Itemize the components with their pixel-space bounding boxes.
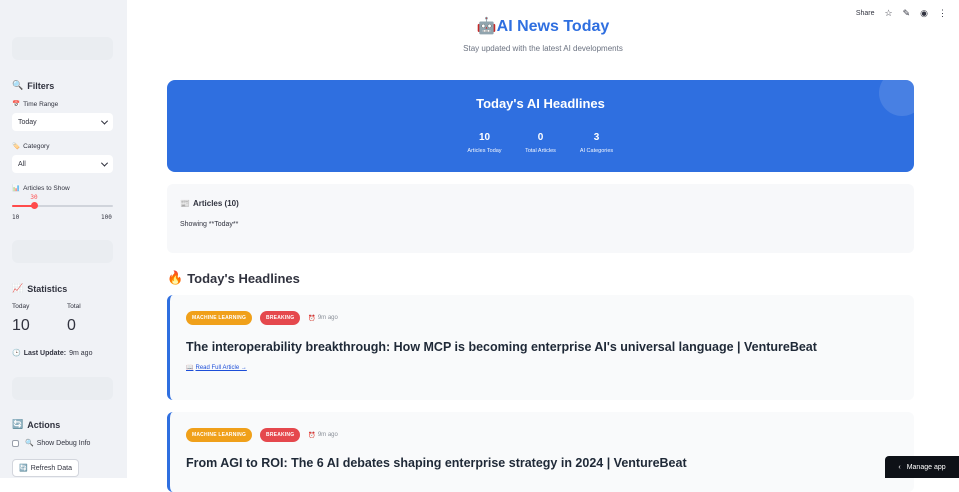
slider-thumb[interactable]	[31, 202, 38, 209]
page-subtitle: Stay updated with the latest AI developm…	[127, 44, 959, 53]
filters-heading: 🔍 Filters	[12, 80, 54, 91]
total-metric-value: 0	[67, 317, 76, 335]
actions-heading: 🔄 Actions	[12, 419, 60, 430]
sidebar-placeholder-block	[12, 377, 113, 400]
stat-ai-categories: 3 AI Categories	[575, 132, 619, 154]
refresh-icon: 🔄	[12, 419, 23, 430]
time-range-select[interactable]: Today	[12, 113, 113, 131]
refresh-icon: 🔄	[19, 464, 28, 472]
stat-articles-today: 10 Articles Today	[463, 132, 507, 154]
page-title: 🤖AI News Today	[127, 16, 959, 36]
news-card: MACHINE LEARNING BREAKING ⏰ 9m ago From …	[167, 412, 914, 492]
alarm-clock-icon: ⏰	[308, 315, 315, 322]
chevron-down-icon	[101, 159, 108, 166]
book-icon: 📖	[186, 364, 193, 371]
today-metric-value: 10	[12, 317, 30, 335]
total-metric-label: Total	[67, 303, 81, 310]
read-full-article-link[interactable]: 📖 Read Full Article →	[186, 364, 247, 371]
breaking-badge: BREAKING	[260, 311, 300, 325]
sidebar-placeholder-block	[12, 37, 113, 60]
today-metric-label: Today	[12, 303, 29, 310]
breaking-badge: BREAKING	[260, 428, 300, 442]
articles-summary: 📰 Articles (10) Showing **Today**	[167, 184, 914, 253]
chevron-down-icon	[101, 117, 108, 124]
statistics-heading: 📈 Statistics	[12, 283, 67, 294]
category-select[interactable]: All	[12, 155, 113, 173]
last-update: 🕒 Last Update: 9m ago	[12, 349, 92, 357]
category-badge: MACHINE LEARNING	[186, 428, 252, 442]
alarm-clock-icon: ⏰	[308, 432, 315, 439]
slider-value: 30	[30, 194, 37, 201]
tag-icon: 🏷️	[12, 142, 20, 150]
card-time: ⏰ 9m ago	[308, 315, 338, 322]
card-title[interactable]: The interoperability breakthrough: How M…	[186, 340, 817, 354]
stat-total-articles: 0 Total Articles	[519, 132, 563, 154]
category-label: 🏷️ Category	[12, 142, 49, 150]
bar-chart-icon: 📊	[12, 184, 20, 192]
search-icon: 🔍	[12, 80, 23, 91]
sidebar: 🔍 Filters 📅 Time Range Today 🏷️ Category…	[0, 0, 127, 478]
debug-checkbox[interactable]	[12, 440, 19, 447]
clock-icon: 🕒	[12, 349, 21, 357]
refresh-data-button[interactable]: 🔄 Refresh Data	[12, 459, 79, 477]
card-time: ⏰ 9m ago	[308, 432, 338, 439]
news-card: MACHINE LEARNING BREAKING ⏰ 9m ago The i…	[167, 295, 914, 400]
fire-icon: 🔥	[167, 270, 183, 286]
card-title[interactable]: From AGI to ROI: The 6 AI debates shapin…	[186, 456, 687, 470]
articles-showing: Showing **Today**	[180, 221, 238, 228]
slider-min: 10	[12, 214, 19, 221]
hero-stats: 10 Articles Today 0 Total Articles 3 AI …	[167, 132, 914, 154]
newspaper-icon: 📰	[180, 199, 190, 208]
chevron-left-icon: ‹	[898, 464, 900, 471]
card-tags: MACHINE LEARNING BREAKING ⏰ 9m ago	[186, 311, 338, 325]
category-badge: MACHINE LEARNING	[186, 311, 252, 325]
articles-slider[interactable]	[12, 205, 113, 207]
headlines-title: 🔥 Today's Headlines	[167, 270, 300, 286]
calendar-icon: 📅	[12, 100, 20, 108]
hero-title: Today's AI Headlines	[167, 96, 914, 111]
manage-app-button[interactable]: ‹ Manage app	[885, 456, 959, 478]
debug-label[interactable]: 🔍 Show Debug Info	[25, 439, 90, 447]
card-tags: MACHINE LEARNING BREAKING ⏰ 9m ago	[186, 428, 338, 442]
slider-max: 100	[101, 214, 112, 221]
sidebar-placeholder-block	[12, 240, 113, 263]
robot-icon: 🤖	[477, 18, 497, 35]
search-icon: 🔍	[25, 439, 34, 447]
articles-to-show-label: 📊 Articles to Show	[12, 184, 70, 192]
time-range-label: 📅 Time Range	[12, 100, 58, 108]
chart-icon: 📈	[12, 283, 23, 294]
headlines-hero: Today's AI Headlines 10 Articles Today 0…	[167, 80, 914, 172]
articles-title: 📰 Articles (10)	[180, 199, 239, 208]
